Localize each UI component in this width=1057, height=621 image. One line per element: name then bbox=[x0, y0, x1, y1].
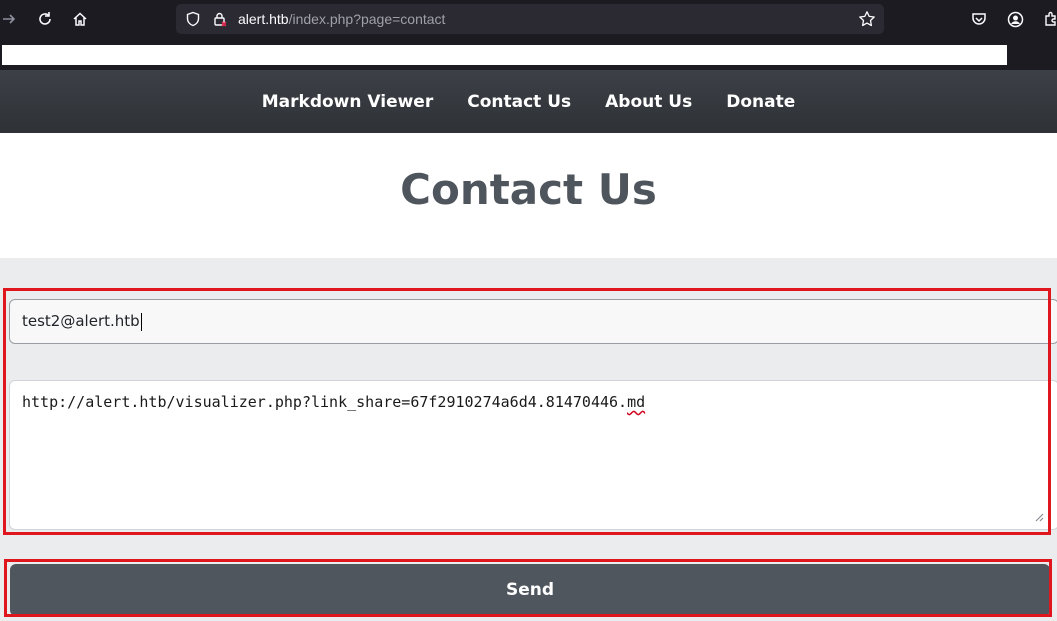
email-field[interactable]: test2@alert.htb bbox=[9, 299, 1057, 344]
star-icon[interactable] bbox=[858, 10, 876, 32]
browser-toolbar: alert.htb/index.php?page=contact bbox=[0, 0, 1057, 40]
page-title: Contact Us bbox=[400, 165, 657, 214]
nav-about-us[interactable]: About Us bbox=[605, 92, 692, 112]
account-icon[interactable] bbox=[1004, 8, 1026, 30]
site-nav: Markdown Viewer Contact Us About Us Dona… bbox=[0, 70, 1057, 133]
secondary-toolbar bbox=[0, 40, 1057, 70]
pocket-icon[interactable] bbox=[968, 8, 990, 30]
url-domain: alert.htb bbox=[238, 11, 289, 27]
message-value-spellcheck: md bbox=[627, 393, 646, 411]
nav-contact-us[interactable]: Contact Us bbox=[467, 92, 571, 112]
lock-icon[interactable] bbox=[212, 11, 228, 31]
message-value: http://alert.htb/visualizer.php?link_sha… bbox=[22, 393, 628, 411]
home-icon[interactable] bbox=[69, 8, 91, 30]
toolbar-field[interactable] bbox=[2, 45, 1007, 65]
url-text: alert.htb/index.php?page=contact bbox=[238, 10, 445, 28]
shield-icon[interactable] bbox=[185, 11, 201, 31]
send-button[interactable]: Send bbox=[10, 564, 1050, 616]
nav-markdown-viewer[interactable]: Markdown Viewer bbox=[262, 92, 434, 112]
address-bar[interactable]: alert.htb/index.php?page=contact bbox=[176, 4, 884, 34]
message-textarea[interactable]: http://alert.htb/visualizer.php?link_sha… bbox=[9, 380, 1057, 530]
nav-donate[interactable]: Donate bbox=[726, 92, 795, 112]
url-path: /index.php?page=contact bbox=[288, 11, 446, 27]
resize-grip-icon[interactable] bbox=[1034, 508, 1044, 526]
extensions-icon[interactable] bbox=[1040, 8, 1057, 30]
forward-icon[interactable] bbox=[0, 8, 20, 30]
reload-icon[interactable] bbox=[34, 8, 56, 30]
email-value: test2@alert.htb bbox=[22, 312, 140, 330]
text-caret bbox=[140, 312, 142, 331]
